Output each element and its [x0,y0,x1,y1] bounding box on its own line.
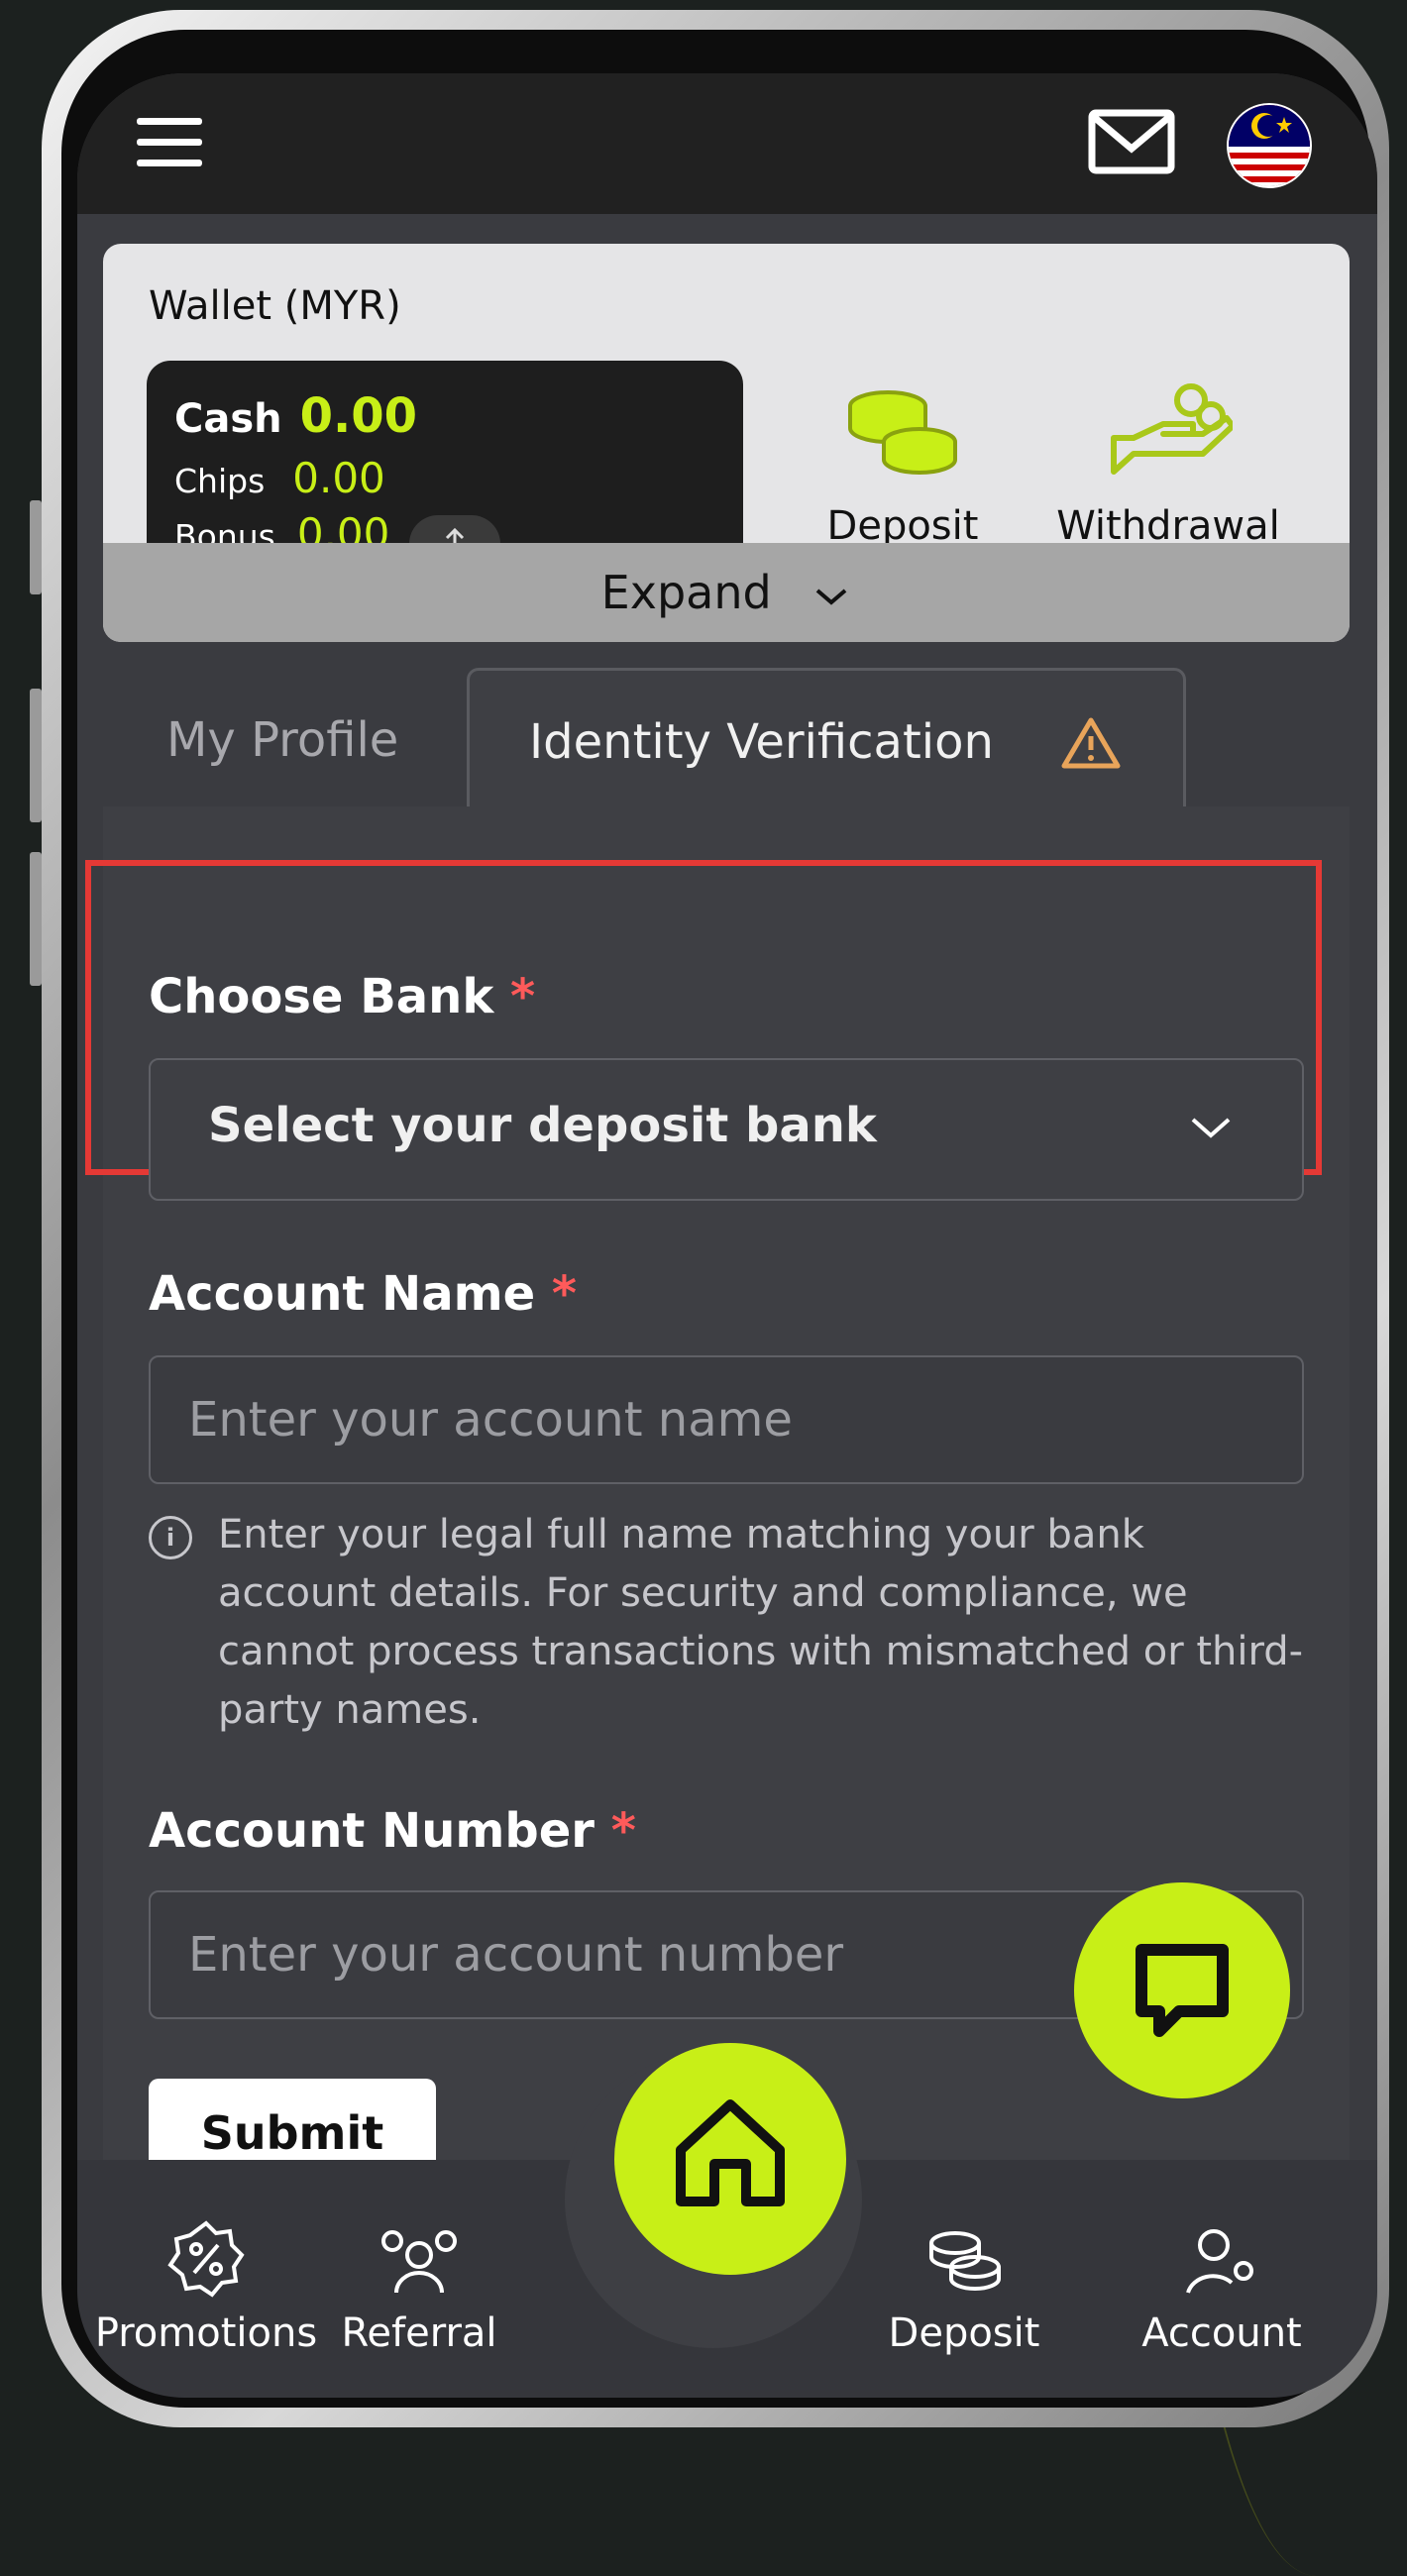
chips-row: Chips 0.00 [174,454,385,502]
wallet-deposit-button[interactable]: Deposit [809,382,997,549]
account-name-input[interactable] [151,1357,1302,1482]
account-name-field[interactable] [149,1355,1304,1484]
nav-account-label: Account [1141,2310,1302,2356]
account-name-hint: Enter your legal full name matching your… [218,1512,1304,1733]
nav-deposit[interactable]: Deposit [850,2219,1078,2356]
hamburger-icon[interactable] [137,118,202,169]
wallet-withdrawal-button[interactable]: Withdrawal [1034,382,1302,549]
home-icon [676,2099,785,2206]
nav-promotions[interactable]: Promotions [77,2219,335,2356]
cash-value: 0.00 [299,388,418,444]
coins-icon [929,2231,1001,2291]
live-chat-button[interactable] [1074,1882,1290,2098]
user-settings-icon [1186,2229,1253,2294]
choose-bank-label: Choose Bank * [149,969,535,1024]
cash-label: Cash [174,396,282,442]
profile-tabs: My Profile Identity Verification [103,668,1350,809]
account-name-text: Account Name [149,1266,536,1322]
chat-icon [1136,1944,1229,2037]
warning-icon [1061,717,1121,769]
phone-side-button [30,689,42,822]
tab-identity-verification[interactable]: Identity Verification [467,668,1186,809]
chips-value: 0.00 [292,454,385,502]
nav-promotions-label: Promotions [94,2310,318,2356]
percent-badge-icon [167,2220,245,2298]
required-mark: * [610,1803,636,1859]
info-icon: i [149,1516,192,1559]
tab-identity-label: Identity Verification [529,714,994,770]
required-mark: * [509,969,536,1024]
required-mark: * [551,1266,577,1322]
nav-referral-label: Referral [341,2310,497,2356]
home-button[interactable] [614,2043,846,2275]
coins-icon [848,390,957,475]
wallet-card: Wallet (MYR) Cash 0.00 Chips 0.00 Bonus 0.0… [103,244,1350,642]
nav-referral[interactable]: Referral [305,2219,533,2356]
phone-side-button [30,500,42,594]
nav-deposit-label: Deposit [888,2310,1040,2356]
cash-row: Cash 0.00 [174,388,417,444]
tab-my-profile[interactable]: My Profile [166,712,398,768]
bank-select[interactable]: Select your deposit bank [149,1058,1304,1201]
group-icon [381,2230,457,2294]
bank-select-placeholder: Select your deposit bank [208,1098,877,1153]
account-name-label: Account Name * [149,1266,577,1322]
account-number-text: Account Number [149,1803,595,1859]
account-number-label: Account Number * [149,1803,636,1859]
malaysia-flag-icon[interactable] [1227,103,1312,188]
expand-toggle[interactable]: Expand [103,543,1350,642]
nav-account[interactable]: Account [1108,2219,1336,2356]
top-bar [77,73,1377,214]
chips-label: Chips [174,462,266,500]
mail-icon[interactable] [1088,109,1175,174]
wallet-title: Wallet (MYR) [149,283,401,329]
choose-bank-text: Choose Bank [149,969,494,1024]
expand-label: Expand [600,566,772,619]
phone-side-button [30,852,42,986]
chevron-down-icon [816,589,847,605]
chevron-down-icon [1191,1118,1231,1138]
hand-coin-icon [1111,383,1236,475]
